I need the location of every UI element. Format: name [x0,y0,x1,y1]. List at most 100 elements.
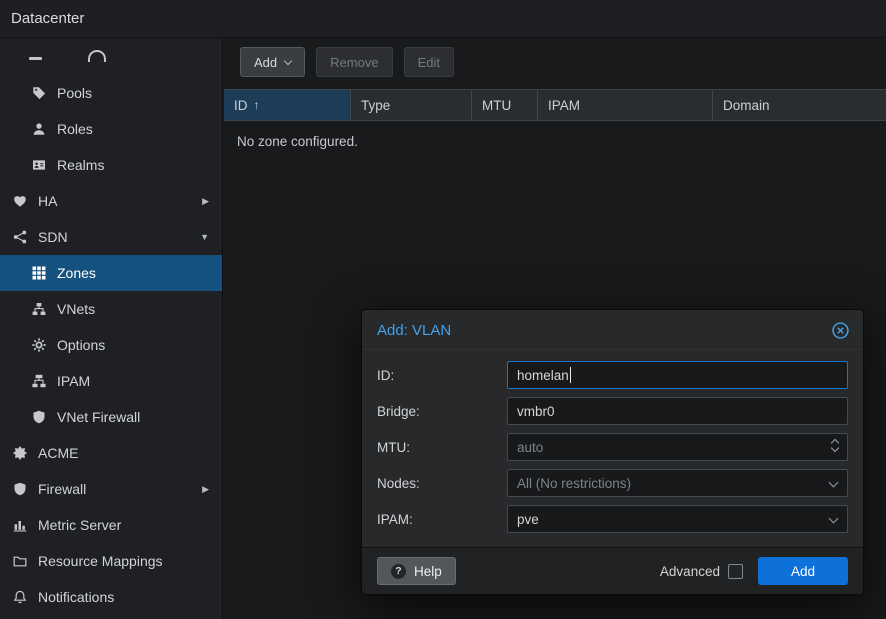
chevron-right-icon: ▶ [202,484,209,495]
dialog-add-button-label: Add [791,564,815,579]
tags-icon [30,86,47,100]
mtu-field-label: MTU: [377,440,507,455]
page-title: Datacenter [11,10,84,27]
sidebar-item-label: Resource Mappings [38,553,163,569]
sidebar-item-firewall[interactable]: Firewall ▶ [0,471,222,507]
field-row-bridge: Bridge: vmbr0 [377,397,848,425]
sidebar-nav: Pools Roles Realms HA ▶ SDN ▼ Zones VNet… [0,39,223,619]
sidebar-item-options[interactable]: Options [0,327,222,363]
sidebar-item-label: SDN [38,229,68,245]
sidebar-item-label: HA [38,193,57,209]
chevron-down-icon [284,56,292,64]
sidebar-item-label: Firewall [38,481,86,497]
dialog-add-button[interactable]: Add [758,557,848,585]
ipam-select-value: pve [517,512,539,527]
remove-button: Remove [316,47,392,77]
chevron-down-icon: ▼ [200,232,209,242]
edit-button: Edit [404,47,454,77]
chevron-right-icon: ▶ [202,196,209,207]
chevron-down-icon [829,514,839,524]
id-input-value: homelan [517,368,569,383]
sidebar-item-label: VNets [57,301,95,317]
field-row-ipam: IPAM: pve [377,505,848,533]
mtu-spinner[interactable]: auto [507,433,848,461]
column-label: Domain [723,98,770,113]
sidebar-item-acme[interactable]: ACME [0,435,222,471]
advanced-label: Advanced [660,564,720,579]
spinner-arrows-icon[interactable] [832,440,838,451]
sidebar-item-label: VNet Firewall [57,409,140,425]
sidebar-item-sdn[interactable]: SDN ▼ [0,219,222,255]
help-button[interactable]: ? Help [377,557,456,585]
column-header-type[interactable]: Type [351,90,472,120]
sort-ascending-icon: ↑ [254,98,260,112]
top-bar: Datacenter [0,0,886,38]
nodes-field-label: Nodes: [377,476,507,491]
sidebar-item-ha[interactable]: HA ▶ [0,183,222,219]
sidebar-item-label: Roles [57,121,93,137]
add-button[interactable]: Add [240,47,305,77]
sidebar-item-label: Options [57,337,105,353]
nodes-select[interactable]: All (No restrictions) [507,469,848,497]
scrolled-item-fragment [0,39,222,75]
sidebar-item-roles[interactable]: Roles [0,111,222,147]
folder-icon [11,554,28,568]
bridge-input[interactable]: vmbr0 [507,397,848,425]
sidebar-item-resource-mappings[interactable]: Resource Mappings [0,543,222,579]
sidebar-item-metric-server[interactable]: Metric Server [0,507,222,543]
sidebar-item-realms[interactable]: Realms [0,147,222,183]
id-field-label: ID: [377,368,507,383]
shield-icon [11,482,28,496]
advanced-checkbox[interactable] [728,564,743,579]
sidebar-item-label: ACME [38,445,78,461]
sidebar-item-zones[interactable]: Zones [0,255,222,291]
field-row-mtu: MTU: auto [377,433,848,461]
zones-toolbar: Add Remove Edit [224,39,886,89]
network-nodes-icon [11,230,28,244]
edit-button-label: Edit [418,55,440,70]
column-header-ipam[interactable]: IPAM [538,90,713,120]
sidebar-item-pools[interactable]: Pools [0,75,222,111]
bar-chart-icon [11,518,28,532]
gear-icon [30,338,47,352]
sidebar-item-vnet-firewall[interactable]: VNet Firewall [0,399,222,435]
column-label: Type [361,98,390,113]
sitemap-icon [30,302,47,316]
column-label: IPAM [548,98,580,113]
network-wired-icon [30,374,47,388]
ipam-select[interactable]: pve [507,505,848,533]
sidebar-item-notifications[interactable]: Notifications [0,579,222,615]
sidebar-item-label: Zones [57,265,96,281]
sidebar-item-label: IPAM [57,373,90,389]
fragment-arc [88,50,106,62]
dialog-footer: ? Help Advanced Add [362,547,863,594]
user-icon [30,122,47,136]
sidebar-item-label: Metric Server [38,517,121,533]
address-card-icon [30,158,47,172]
certificate-icon [11,446,28,460]
column-header-id[interactable]: ID ↑ [224,90,351,120]
column-header-mtu[interactable]: MTU [472,90,538,120]
id-input[interactable]: homelan [507,361,848,389]
nodes-select-value: All (No restrictions) [517,476,631,491]
field-row-nodes: Nodes: All (No restrictions) [377,469,848,497]
add-button-label: Add [254,55,277,70]
column-label: ID [234,98,248,113]
dialog-title: Add: VLAN [377,322,451,339]
field-row-id: ID: homelan [377,361,848,389]
bridge-input-value: vmbr0 [517,404,555,419]
grid-icon [30,266,47,280]
add-vlan-dialog: Add: VLAN ID: homelan Bridge: vmbr0 MTU: [361,309,864,595]
close-icon[interactable] [832,322,849,339]
shield-icon [30,410,47,424]
heartbeat-icon [11,194,28,208]
sidebar-item-ipam[interactable]: IPAM [0,363,222,399]
help-button-label: Help [414,564,442,579]
ipam-field-label: IPAM: [377,512,507,527]
dialog-header[interactable]: Add: VLAN [362,310,863,350]
bridge-field-label: Bridge: [377,404,507,419]
zones-table-header: ID ↑ Type MTU IPAM Domain [224,89,886,121]
column-header-domain[interactable]: Domain [713,90,886,120]
sidebar-item-vnets[interactable]: VNets [0,291,222,327]
text-cursor [570,367,571,383]
